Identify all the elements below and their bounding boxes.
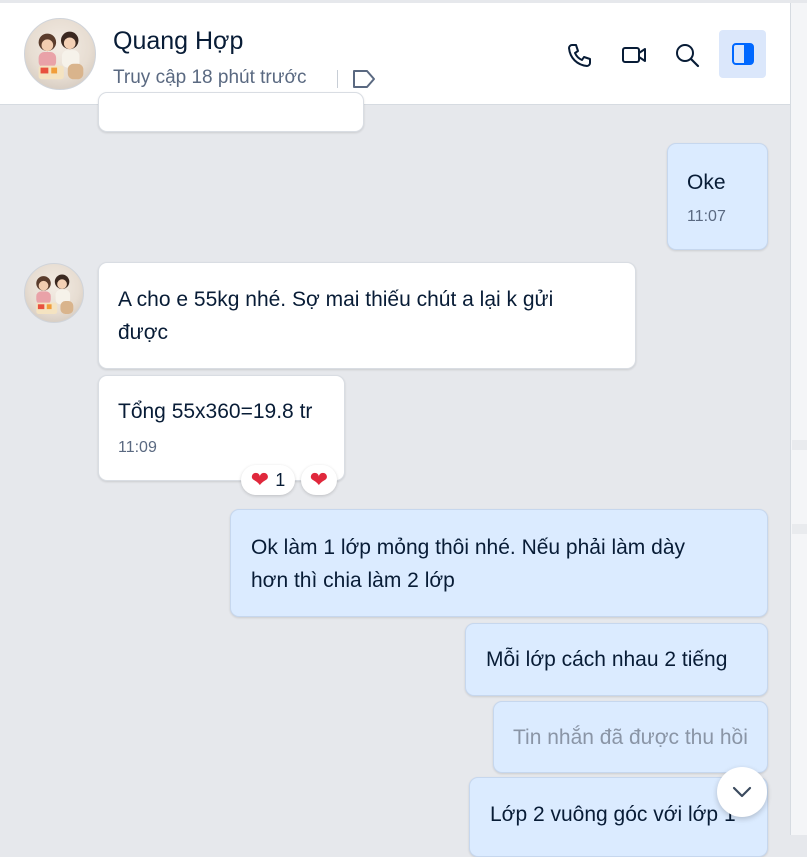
message-bubble-outgoing[interactable]: Oke 11:07	[667, 143, 768, 250]
sidebar-toggle-icon	[731, 43, 754, 65]
message-text: Tổng 55x360=19.8 tr	[118, 400, 313, 423]
sender-avatar[interactable]	[24, 263, 84, 323]
panel-divider	[792, 440, 807, 450]
message-text: Lớp 2 vuông góc với lớp 1	[490, 803, 736, 826]
message-text-line: A cho e 55kg nhé. Sợ mai thiếu chút a lạ…	[118, 288, 554, 311]
message-bubble-incoming[interactable]	[98, 92, 364, 132]
message-text-line: được	[118, 321, 169, 344]
sidebar-toggle-button[interactable]	[719, 30, 766, 78]
heart-icon: ❤	[250, 467, 270, 492]
contact-avatar[interactable]	[24, 18, 96, 90]
right-panel-edge	[790, 3, 807, 835]
message-time: 11:09	[118, 439, 157, 456]
heart-icon: ❤	[309, 467, 329, 492]
chevron-down-icon	[732, 786, 752, 798]
last-seen-status: Truy cập 18 phút trước	[113, 67, 307, 88]
header-divider	[337, 70, 338, 88]
add-reaction-button[interactable]: ❤	[301, 465, 337, 495]
avatar-photo	[38, 31, 84, 80]
panel-divider	[792, 524, 807, 534]
avatar-photo	[36, 274, 74, 314]
message-text: Mỗi lớp cách nhau 2 tiếng	[486, 648, 728, 671]
message-bubble-outgoing[interactable]: Ok làm 1 lớp mỏng thôi nhé. Nếu phải làm…	[230, 509, 768, 617]
video-call-button[interactable]	[612, 33, 656, 77]
message-bubble-recalled[interactable]: Tin nhắn đã được thu hồi	[493, 701, 768, 773]
reaction-summary[interactable]: ❤ 1	[241, 465, 295, 495]
message-text-line: hơn thì chia làm 2 lớp	[251, 569, 455, 592]
message-text-line: Ok làm 1 lớp mỏng thôi nhé. Nếu phải làm…	[251, 536, 685, 559]
reaction-count: 1	[275, 469, 286, 490]
message-text: Oke	[687, 171, 726, 194]
recalled-message-text: Tin nhắn đã được thu hồi	[513, 726, 748, 749]
tag-icon[interactable]	[351, 68, 377, 90]
message-bubble-incoming[interactable]: Tổng 55x360=19.8 tr 11:09	[98, 375, 345, 481]
contact-name[interactable]: Quang Hợp	[113, 27, 243, 56]
message-time: 11:07	[687, 208, 726, 225]
search-button[interactable]	[665, 33, 709, 77]
message-bubble-outgoing[interactable]: Mỗi lớp cách nhau 2 tiếng	[465, 623, 768, 696]
chat-header: Quang Hợp Truy cập 18 phút trước	[0, 3, 790, 105]
scroll-to-bottom-button[interactable]	[717, 767, 767, 817]
call-button[interactable]	[557, 33, 601, 77]
video-call-icon	[622, 47, 646, 63]
search-icon	[676, 44, 700, 68]
message-bubble-incoming[interactable]: A cho e 55kg nhé. Sợ mai thiếu chút a lạ…	[98, 262, 636, 369]
phone-icon	[568, 44, 591, 67]
